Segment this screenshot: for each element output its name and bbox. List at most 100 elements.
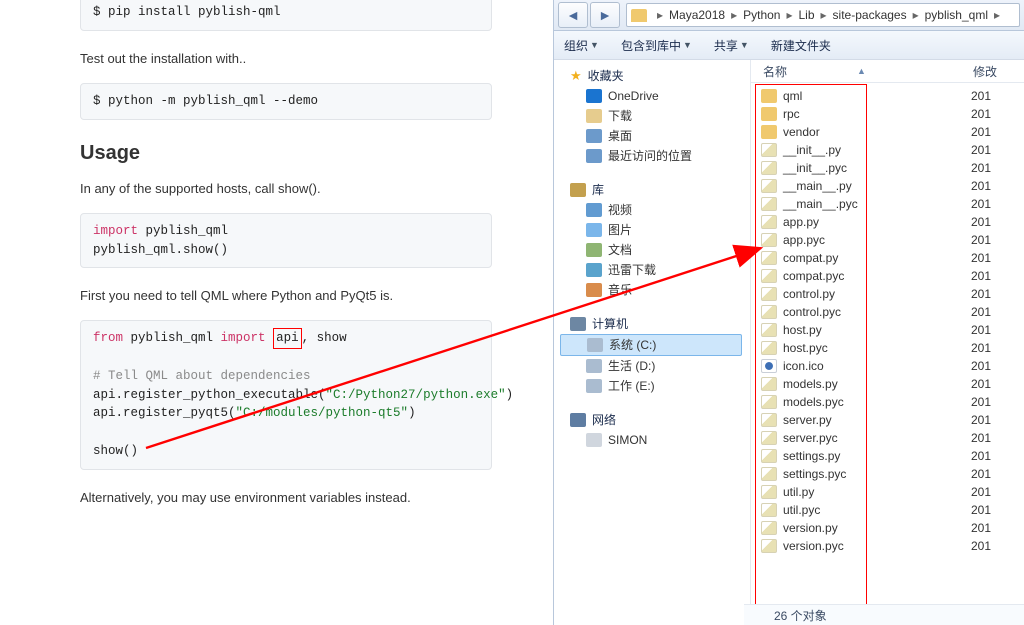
- tree-item[interactable]: 工作 (E:): [560, 376, 750, 396]
- explorer-window: ◄ ► ▸ Maya2018 ▸ Python ▸ Lib ▸ site-pac…: [553, 0, 1024, 625]
- file-name-cell: server.pyc: [761, 431, 971, 445]
- tree-item[interactable]: 音乐: [560, 280, 750, 300]
- file-name-cell: util.py: [761, 485, 971, 499]
- file-name-label: vendor: [783, 125, 820, 139]
- test-codeblock: $ python -m pyblish_qml --demo: [80, 83, 492, 120]
- tree-item[interactable]: 生活 (D:): [560, 356, 750, 376]
- file-row[interactable]: compat.pyc201: [761, 267, 1024, 285]
- file-row[interactable]: rpc201: [761, 105, 1024, 123]
- file-row[interactable]: version.py201: [761, 519, 1024, 537]
- tree-item[interactable]: 桌面: [560, 126, 750, 146]
- tree-item-label: 音乐: [608, 280, 632, 300]
- tree-head-network[interactable]: 网络: [560, 410, 750, 430]
- organize-menu[interactable]: 组织 ▼: [564, 37, 599, 54]
- file-name-label: server.pyc: [783, 431, 838, 445]
- file-row[interactable]: app.pyc201: [761, 231, 1024, 249]
- file-row[interactable]: vendor201: [761, 123, 1024, 141]
- file-name-label: compat.pyc: [783, 269, 844, 283]
- network-icon: [570, 413, 586, 427]
- file-row[interactable]: util.pyc201: [761, 501, 1024, 519]
- breadcrumb-segment[interactable]: site-packages: [833, 8, 907, 22]
- file-date-label: 201: [971, 197, 991, 211]
- file-name-label: app.pyc: [783, 233, 825, 247]
- file-row[interactable]: __main__.pyc201: [761, 195, 1024, 213]
- breadcrumb[interactable]: ▸ Maya2018 ▸ Python ▸ Lib ▸ site-package…: [626, 3, 1020, 27]
- column-modified[interactable]: 修改: [973, 63, 997, 80]
- tree-item[interactable]: 迅雷下载: [560, 260, 750, 280]
- breadcrumb-segment[interactable]: Lib: [799, 8, 815, 22]
- file-row[interactable]: util.py201: [761, 483, 1024, 501]
- back-button[interactable]: ◄: [558, 2, 588, 28]
- column-label: 名称: [763, 63, 787, 80]
- file-row[interactable]: app.py201: [761, 213, 1024, 231]
- tree-item[interactable]: OneDrive: [560, 86, 750, 106]
- file-name-label: host.pyc: [783, 341, 828, 355]
- tree-head-computer[interactable]: 计算机: [560, 314, 750, 334]
- tree-item[interactable]: 视频: [560, 200, 750, 220]
- file-row[interactable]: settings.pyc 201: [761, 465, 1024, 483]
- share-menu[interactable]: 共享 ▼: [714, 37, 749, 54]
- file-row[interactable]: server.py201: [761, 411, 1024, 429]
- column-name[interactable]: 名称 ▲: [763, 63, 973, 80]
- file-name-label: settings.pyc: [783, 467, 846, 481]
- file-row[interactable]: models.py201: [761, 375, 1024, 393]
- code-text: api.register_pyqt5(: [93, 406, 236, 420]
- folder-icon: [631, 9, 647, 22]
- file-name-label: rpc: [783, 107, 800, 121]
- file-name-label: models.py: [783, 377, 838, 391]
- breadcrumb-segment[interactable]: Maya2018: [669, 8, 725, 22]
- file-row[interactable]: control.py201: [761, 285, 1024, 303]
- tree-item[interactable]: SIMON: [560, 430, 750, 450]
- chevron-down-icon: ▼: [740, 40, 749, 50]
- python-file-icon: [761, 521, 777, 535]
- file-date-label: 201: [971, 305, 991, 319]
- file-name-cell: __main__.pyc: [761, 197, 971, 211]
- file-row[interactable]: compat.py201: [761, 249, 1024, 267]
- tree-group-computer: 计算机 系统 (C:)生活 (D:)工作 (E:): [560, 314, 750, 396]
- tree-item[interactable]: 文档: [560, 240, 750, 260]
- file-row[interactable]: server.pyc201: [761, 429, 1024, 447]
- file-row[interactable]: host.py201: [761, 321, 1024, 339]
- file-row[interactable]: models.pyc201: [761, 393, 1024, 411]
- file-row[interactable]: qml201: [761, 87, 1024, 105]
- lib-x-icon: [586, 263, 602, 277]
- tree-item-label: 下载: [608, 106, 632, 126]
- lib-v-icon: [586, 203, 602, 217]
- file-row[interactable]: settings.py201: [761, 447, 1024, 465]
- file-name-cell: app.pyc: [761, 233, 971, 247]
- file-row[interactable]: control.pyc 201: [761, 303, 1024, 321]
- file-row[interactable]: icon.ico201: [761, 357, 1024, 375]
- tree-head-libraries[interactable]: 库: [560, 180, 750, 200]
- forward-button[interactable]: ►: [590, 2, 620, 28]
- dl-icon: [586, 109, 602, 123]
- file-date-label: 201: [971, 359, 991, 373]
- file-name-label: __main__.py: [783, 179, 852, 193]
- file-name-label: app.py: [783, 215, 819, 229]
- file-row[interactable]: __init__.py201: [761, 141, 1024, 159]
- tree-head-favorites[interactable]: ★ 收藏夹: [560, 66, 750, 86]
- file-name-cell: __main__.py: [761, 179, 971, 193]
- tree-item[interactable]: 下载: [560, 106, 750, 126]
- first-need-text: First you need to tell QML where Python …: [80, 286, 492, 306]
- file-row[interactable]: host.pyc201: [761, 339, 1024, 357]
- tree-item[interactable]: 最近访问的位置: [560, 146, 750, 166]
- tree-item[interactable]: 图片: [560, 220, 750, 240]
- host-icon: [586, 433, 602, 447]
- file-name-label: control.pyc: [783, 305, 841, 319]
- file-name-label: models.pyc: [783, 395, 844, 409]
- breadcrumb-segment[interactable]: Python: [743, 8, 780, 22]
- file-name-cell: control.pyc: [761, 305, 971, 319]
- file-date-label: 201: [971, 467, 991, 481]
- file-row[interactable]: __main__.py201: [761, 177, 1024, 195]
- file-name-cell: models.pyc: [761, 395, 971, 409]
- tree-item[interactable]: 系统 (C:): [560, 334, 742, 356]
- python-file-icon: [761, 413, 777, 427]
- file-row[interactable]: __init__.pyc201: [761, 159, 1024, 177]
- python-file-icon: [761, 377, 777, 391]
- tree-item-label: 桌面: [608, 126, 632, 146]
- breadcrumb-segment[interactable]: pyblish_qml: [925, 8, 988, 22]
- file-row[interactable]: version.pyc201: [761, 537, 1024, 555]
- include-in-library-menu[interactable]: 包含到库中 ▼: [621, 37, 692, 54]
- new-folder-button[interactable]: 新建文件夹: [771, 37, 831, 54]
- python-file-icon: [761, 539, 777, 553]
